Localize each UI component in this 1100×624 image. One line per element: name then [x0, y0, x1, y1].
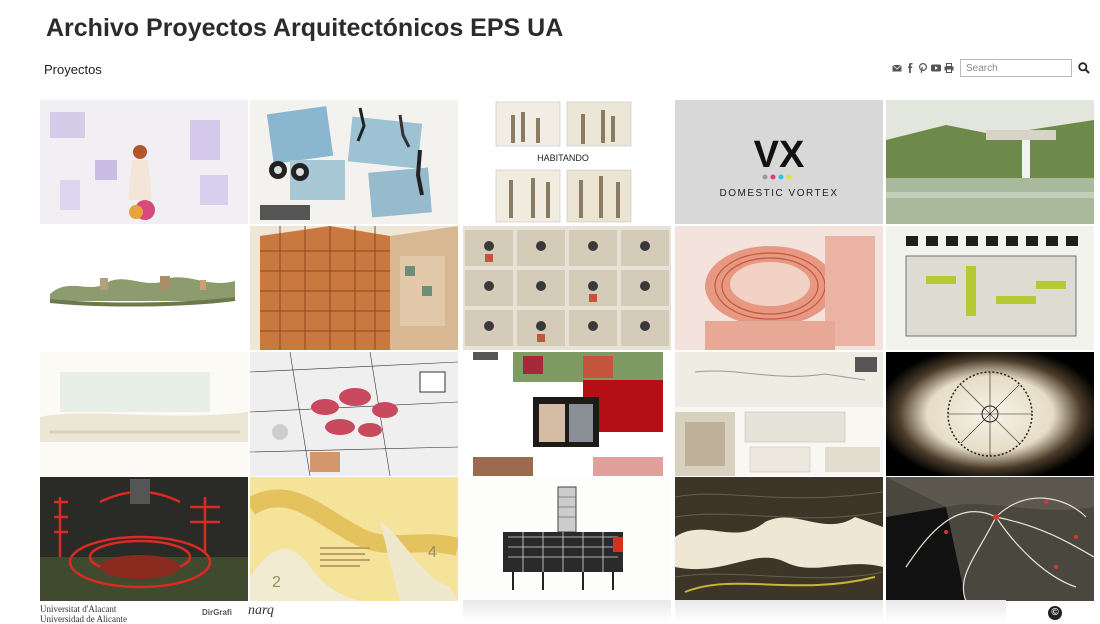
footer: Universitat d'Alacant Universidad de Ali…: [40, 600, 1070, 624]
mail-icon[interactable]: [892, 63, 902, 73]
project-tile[interactable]: [463, 477, 671, 601]
print-icon[interactable]: [944, 63, 954, 73]
copyright-icon[interactable]: ©: [1048, 606, 1062, 620]
project-tile[interactable]: [675, 226, 883, 350]
project-tile[interactable]: [40, 226, 248, 350]
youtube-icon[interactable]: [931, 63, 941, 73]
nav-link-proyectos[interactable]: Proyectos: [44, 62, 102, 77]
tile-label: 2: [272, 574, 281, 591]
university-logo[interactable]: Universitat d'Alacant Universidad de Ali…: [40, 604, 127, 624]
project-tile[interactable]: [886, 477, 1094, 601]
search-icon[interactable]: [1077, 61, 1091, 75]
project-tile[interactable]: [886, 352, 1094, 476]
project-tile[interactable]: 2 4: [250, 477, 458, 601]
project-tile[interactable]: [250, 226, 458, 350]
tile-logo: VX: [754, 134, 805, 176]
page-title: Archivo Proyectos Arquitectónicos EPS UA: [46, 14, 564, 42]
project-tile[interactable]: [250, 100, 458, 224]
narq-logo[interactable]: narq: [248, 603, 274, 619]
project-tile[interactable]: [675, 352, 883, 476]
toolbar: [892, 59, 1091, 77]
project-tile[interactable]: [40, 477, 248, 601]
facebook-icon[interactable]: [905, 63, 915, 73]
search-input[interactable]: [960, 59, 1072, 77]
pinterest-icon[interactable]: [918, 62, 928, 73]
tile-label: HABITANDO: [537, 153, 589, 163]
project-tile[interactable]: [463, 352, 671, 476]
project-tile[interactable]: VX DOMESTIC VORTEX: [675, 100, 883, 224]
tile-label-secondary: 4: [428, 544, 437, 561]
project-tile[interactable]: HABITANDO: [463, 100, 671, 224]
social-icons: [892, 62, 954, 73]
project-tile[interactable]: [886, 226, 1094, 350]
tile-partial[interactable]: [463, 600, 671, 623]
tile-partial[interactable]: [675, 600, 883, 623]
tile-label: DOMESTIC VORTEX: [720, 188, 839, 199]
project-tile[interactable]: [675, 477, 883, 601]
project-tile[interactable]: [40, 100, 248, 224]
logo-text: Universitat d'Alacant: [40, 604, 117, 614]
project-tile[interactable]: [40, 352, 248, 476]
dept-logo[interactable]: DirGrafi: [202, 608, 232, 617]
project-tile[interactable]: [250, 352, 458, 476]
tile-partial[interactable]: [886, 600, 1006, 623]
project-tile[interactable]: [463, 226, 671, 350]
project-tile[interactable]: [886, 100, 1094, 224]
